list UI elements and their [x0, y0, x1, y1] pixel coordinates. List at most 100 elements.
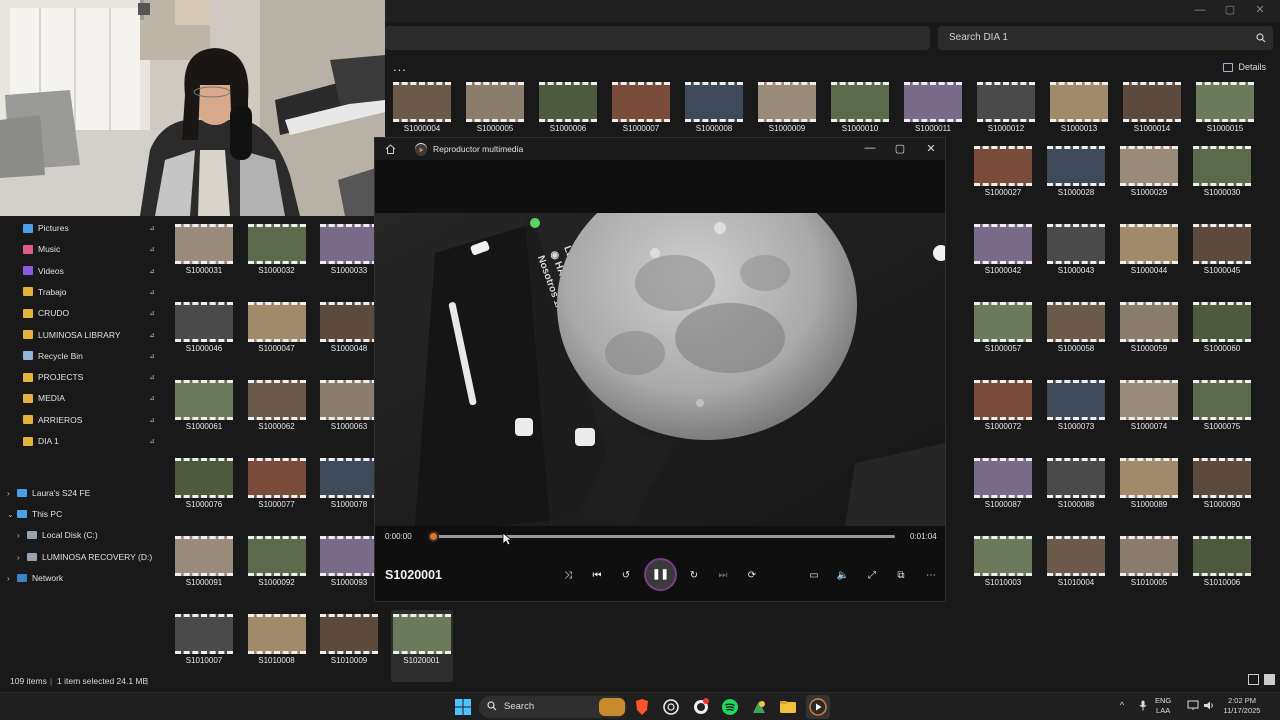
language-indicator[interactable]: ENG LAA — [1155, 696, 1171, 716]
close-button[interactable]: ✕ — [1245, 2, 1275, 18]
miniplayer-button[interactable]: ⧉ — [890, 565, 912, 585]
file-thumbnail[interactable]: S1000060 — [1191, 298, 1253, 370]
chatgpt-icon[interactable] — [662, 698, 680, 716]
details-button[interactable]: Details — [1223, 62, 1266, 72]
sidebar-item-dia-1[interactable]: DIA 1 ⊿ — [0, 431, 160, 451]
sidebar-item-media[interactable]: MEDIA ⊿ — [0, 388, 160, 408]
file-thumbnail[interactable]: S1000089 — [1118, 454, 1180, 526]
search-icon[interactable] — [1256, 33, 1266, 43]
details-view-icon[interactable] — [1248, 674, 1259, 685]
file-thumbnail[interactable]: S1000012 — [975, 78, 1037, 150]
more-options-button[interactable]: ⋯ — [920, 565, 942, 585]
speaker-icon[interactable] — [1203, 700, 1215, 711]
tree-item-network[interactable]: › Network — [0, 568, 63, 588]
chevron-icon[interactable]: › — [7, 574, 17, 583]
file-thumbnail[interactable]: S1000032 — [246, 220, 308, 292]
file-thumbnail[interactable]: S1000088 — [1045, 454, 1107, 526]
sidebar-item-trabajo[interactable]: Trabajo ⊿ — [0, 282, 160, 302]
chevron-icon[interactable]: › — [17, 553, 27, 562]
seek-bar[interactable] — [431, 535, 895, 538]
file-thumbnail[interactable]: S1010005 — [1118, 532, 1180, 604]
sidebar-item-pictures[interactable]: Pictures ⊿ — [0, 218, 160, 238]
seek-bar-handle[interactable] — [428, 531, 439, 542]
sidebar-item-videos[interactable]: Videos ⊿ — [0, 261, 160, 281]
file-thumbnail[interactable]: S1000087 — [972, 454, 1034, 526]
file-thumbnail[interactable]: S1000033 — [318, 220, 380, 292]
file-thumbnail[interactable]: S1010004 — [1045, 532, 1107, 604]
chevron-icon[interactable]: › — [7, 489, 17, 498]
file-thumbnail[interactable]: S1010003 — [972, 532, 1034, 604]
sidebar-item-crudo[interactable]: CRUDO ⊿ — [0, 303, 160, 323]
file-thumbnail[interactable]: S1010008 — [246, 610, 308, 682]
windows-start-icon[interactable] — [454, 698, 472, 716]
file-thumbnail[interactable]: S1000059 — [1118, 298, 1180, 370]
file-thumbnail[interactable]: S1000045 — [1191, 220, 1253, 292]
brave-browser-icon[interactable] — [633, 698, 651, 716]
captions-button[interactable]: ▭ — [803, 565, 825, 585]
sidebar-item-recycle-bin[interactable]: Recycle Bin ⊿ — [0, 346, 160, 366]
chevron-icon[interactable]: › — [17, 531, 27, 540]
github-icon[interactable] — [692, 698, 710, 716]
tray-overflow-icon[interactable]: ^ — [1116, 700, 1128, 711]
app-shortcut-icon[interactable] — [750, 698, 768, 716]
file-thumbnail[interactable]: S1000014 — [1121, 78, 1183, 150]
clock[interactable]: 2:02 PM 11/17/2025 — [1222, 696, 1262, 716]
maximize-button[interactable]: ▢ — [1215, 2, 1245, 18]
file-thumbnail[interactable]: S1000027 — [972, 142, 1034, 214]
file-thumbnail[interactable]: S1010007 — [173, 610, 235, 682]
file-thumbnail[interactable]: S1000043 — [1045, 220, 1107, 292]
video-frame[interactable]: Luminosa ◉ HAT-TRICK ◉ Nosotros 1/04 ful… — [375, 213, 945, 526]
next-button[interactable]: ⏭ — [712, 565, 734, 585]
file-thumbnail[interactable]: S1000047 — [246, 298, 308, 370]
file-thumbnail[interactable]: S1000042 — [972, 220, 1034, 292]
player-minimize-button[interactable]: — — [860, 142, 880, 154]
file-thumbnail[interactable]: S1000061 — [173, 376, 235, 448]
volume-button[interactable]: 🔈 — [832, 565, 854, 585]
file-thumbnail[interactable]: S1000031 — [173, 220, 235, 292]
spotify-icon[interactable] — [721, 698, 739, 716]
sidebar-item-arrieros[interactable]: ARRIEROS ⊿ — [0, 410, 160, 430]
file-thumbnail[interactable]: S1000093 — [318, 532, 380, 604]
address-bar[interactable] — [385, 26, 930, 50]
file-thumbnail[interactable]: S1000077 — [246, 454, 308, 526]
taskbar-search[interactable]: Search — [479, 696, 627, 718]
file-thumbnail[interactable]: S1000046 — [173, 298, 235, 370]
file-thumbnail[interactable]: S1000030 — [1191, 142, 1253, 214]
file-thumbnail[interactable]: S1000072 — [972, 376, 1034, 448]
tree-item-luminosa-recovery-d-[interactable]: › LUMINOSA RECOVERY (D:) — [10, 547, 152, 567]
sidebar-item-projects[interactable]: PROJECTS ⊿ — [0, 367, 160, 387]
shuffle-button[interactable]: ⤨ — [557, 565, 579, 585]
tree-item-local-disk-c-[interactable]: › Local Disk (C:) — [10, 525, 98, 545]
tree-item-this-pc[interactable]: ⌄ This PC — [0, 504, 62, 524]
play-pause-button[interactable]: ❚❚ — [646, 560, 675, 589]
repeat-button[interactable]: ⟳ — [741, 565, 763, 585]
file-thumbnail[interactable]: S1020001 — [390, 610, 453, 682]
home-icon[interactable] — [385, 144, 396, 154]
rewind-10-button[interactable]: ↺ — [615, 565, 637, 585]
file-thumbnail[interactable]: S1000029 — [1118, 142, 1180, 214]
file-thumbnail[interactable]: S1000044 — [1118, 220, 1180, 292]
tree-item-laura-s-s24-fe[interactable]: › Laura's S24 FE — [0, 483, 90, 503]
chevron-icon[interactable]: ⌄ — [7, 510, 17, 519]
player-close-button[interactable]: ✕ — [921, 142, 941, 155]
sidebar-item-music[interactable]: Music ⊿ — [0, 239, 160, 259]
file-thumbnail[interactable]: S1000076 — [173, 454, 235, 526]
previous-button[interactable]: ⏮ — [586, 565, 608, 585]
file-thumbnail[interactable]: S1010006 — [1191, 532, 1253, 604]
file-thumbnail[interactable]: S1000063 — [318, 376, 380, 448]
file-thumbnail[interactable]: S1010009 — [318, 610, 380, 682]
file-thumbnail[interactable]: S1000091 — [173, 532, 235, 604]
file-thumbnail[interactable]: S1000074 — [1118, 376, 1180, 448]
microphone-icon[interactable] — [1137, 700, 1149, 711]
media-player-task[interactable] — [806, 695, 830, 719]
player-maximize-button[interactable]: ▢ — [890, 142, 910, 155]
more-options-button[interactable]: ... — [393, 60, 413, 78]
file-thumbnail[interactable]: S1000073 — [1045, 376, 1107, 448]
file-thumbnail[interactable]: S1000062 — [246, 376, 308, 448]
monitor-icon[interactable] — [1187, 700, 1199, 711]
file-thumbnail[interactable]: S1000057 — [972, 298, 1034, 370]
file-thumbnail[interactable]: S1000092 — [246, 532, 308, 604]
file-thumbnail[interactable]: S1000058 — [1045, 298, 1107, 370]
file-thumbnail[interactable]: S1000078 — [318, 454, 380, 526]
fullscreen-button[interactable]: ⤢ — [861, 565, 883, 585]
